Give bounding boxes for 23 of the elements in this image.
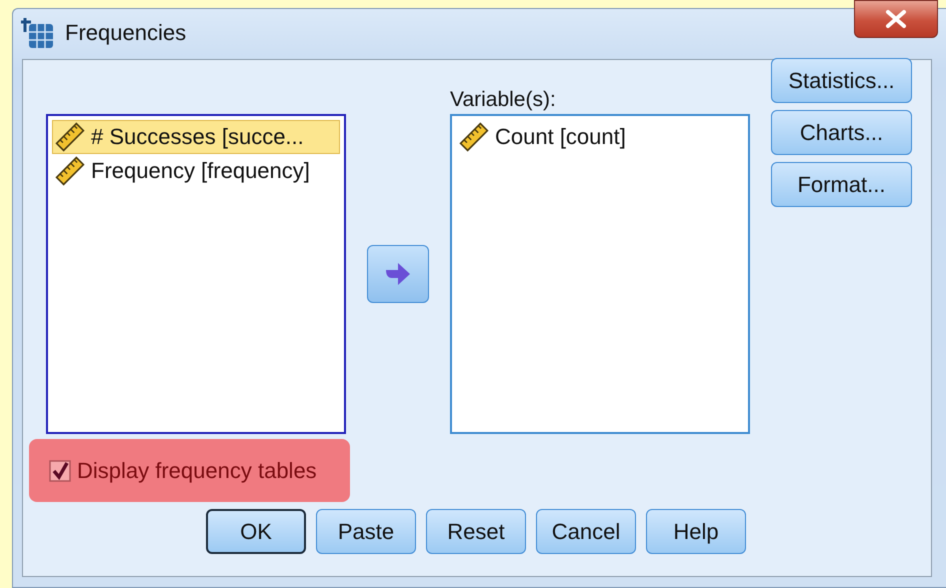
checkbox-icon[interactable] bbox=[49, 460, 71, 482]
dialog-button[interactable]: Charts... bbox=[771, 110, 912, 155]
dialog-button[interactable]: OK bbox=[206, 509, 306, 554]
table-icon bbox=[21, 16, 55, 50]
dialog-button[interactable]: Format... bbox=[771, 162, 912, 207]
dialog-button[interactable]: Help bbox=[646, 509, 746, 554]
dialog-button[interactable]: Statistics... bbox=[771, 58, 912, 103]
source-variable-list[interactable]: # Successes [succe... Frequency [frequency] bbox=[46, 114, 346, 434]
dialog-button[interactable]: Paste bbox=[316, 509, 416, 554]
close-icon bbox=[883, 9, 909, 29]
move-button[interactable] bbox=[367, 245, 429, 303]
list-item[interactable]: Count [count] bbox=[456, 120, 744, 154]
selected-variable-list[interactable]: Count [count] bbox=[450, 114, 750, 434]
list-item[interactable]: Frequency [frequency] bbox=[52, 154, 340, 188]
window-title: Frequencies bbox=[65, 20, 186, 46]
variables-label: Variable(s): bbox=[450, 88, 557, 113]
display-checkbox[interactable]: Display frequency tables bbox=[29, 439, 350, 502]
close-button[interactable] bbox=[854, 0, 938, 38]
dialog-button[interactable]: Cancel bbox=[536, 509, 636, 554]
arrow-icon bbox=[384, 262, 412, 286]
ruler-icon bbox=[55, 122, 85, 152]
dialog-button[interactable]: Reset bbox=[426, 509, 526, 554]
list-item[interactable]: # Successes [succe... bbox=[52, 120, 340, 154]
